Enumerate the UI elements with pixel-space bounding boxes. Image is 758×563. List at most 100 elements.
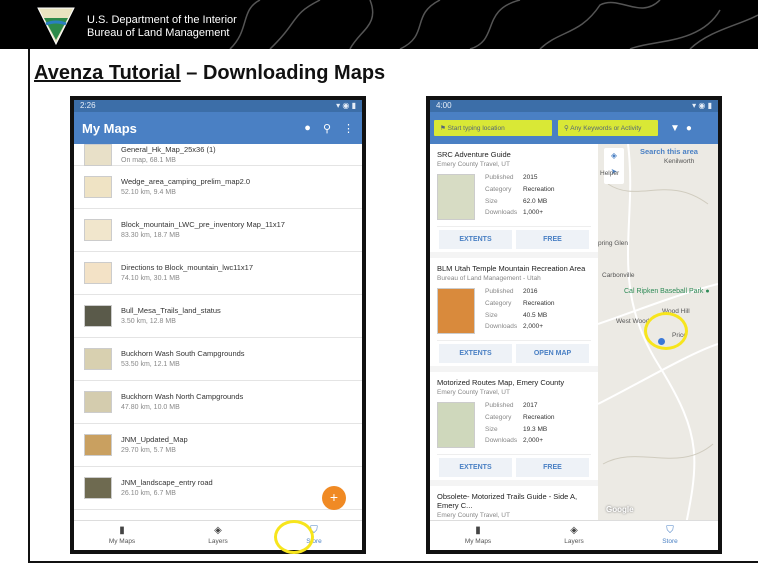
map-name: Block_mountain_LWC_pre_inventory Map_11x…	[121, 220, 285, 229]
attr-value: 2015	[523, 174, 538, 181]
account-icon[interactable]: ●	[304, 122, 311, 134]
nav-label: Layers	[208, 538, 228, 545]
map-thumbnail	[84, 348, 112, 370]
store-thumbnail	[437, 174, 475, 220]
attr-value: Recreation	[523, 185, 555, 193]
filter-icon[interactable]: ▼	[670, 123, 680, 134]
attr-value: 1,000+	[523, 209, 544, 217]
map-list-item[interactable]: Buckhorn Wash North Campgrounds 47.80 km,…	[74, 381, 362, 424]
nav-item-store[interactable]: ⛉ Store	[622, 521, 718, 550]
status-time: 4:00	[436, 101, 452, 110]
more-menu-icon[interactable]: ⋮	[343, 122, 354, 135]
status-icons: ▾ ◉ ▮	[692, 101, 712, 110]
store-actions: EXTENTS FREE	[437, 226, 591, 252]
status-bar: 4:00 ▾ ◉ ▮	[430, 100, 718, 112]
attr-value: Recreation	[523, 413, 555, 421]
store-title: Motorized Routes Map, Emery County	[437, 378, 565, 387]
store-card[interactable]: SRC Adventure Guide Emery County Travel, …	[430, 144, 598, 252]
account-icon[interactable]: ●	[686, 123, 692, 134]
attr-label: Category	[485, 413, 512, 421]
map-name: Buckhorn Wash North Campgrounds	[121, 392, 244, 401]
tutorial-link[interactable]: Avenza Tutorial	[34, 62, 181, 84]
store-highlight-circle	[274, 520, 314, 554]
store-card[interactable]: BLM Utah Temple Mountain Recreation Area…	[430, 258, 598, 366]
free-download-button[interactable]: FREE	[516, 458, 589, 477]
add-map-button[interactable]: +	[322, 486, 346, 510]
extents-button[interactable]: EXTENTS	[439, 230, 512, 249]
map-meta: 83.30 km, 18.7 MB	[121, 232, 180, 239]
attr-value: 2,000+	[523, 323, 544, 331]
open-map-button[interactable]: OPEN MAP	[516, 344, 589, 363]
store-publisher: Emery County Travel, UT	[437, 161, 510, 168]
map-list-item[interactable]: General_Hk_Map_25x36 (1) On map, 68.1 MB	[74, 144, 362, 166]
store-card[interactable]: Motorized Routes Map, Emery County Emery …	[430, 372, 598, 480]
price-highlight-circle	[644, 312, 688, 350]
store-search-bar: ⚑ Start typing location ⚲ Any Keywords o…	[430, 112, 718, 144]
map-name: Wedge_area_camping_prelim_map2.0	[121, 177, 251, 186]
phone-my-maps: 2:26 ▾ ◉ ▮ My Maps ● ⚲ ⋮ General_Hk_Map_…	[70, 96, 366, 554]
map-meta: 47.80 km, 10.0 MB	[121, 404, 180, 411]
layers-icon: ◈	[610, 151, 618, 160]
attr-label: Downloads	[485, 323, 518, 331]
nav-item-layers[interactable]: ◈ Layers	[170, 521, 266, 550]
store-attributes: Published 2016 Category Recreation Size 40.5 …	[485, 288, 573, 334]
phone-screen: 2:26 ▾ ◉ ▮ My Maps ● ⚲ ⋮ General_Hk_Map_…	[74, 100, 362, 550]
app-title: My Maps	[82, 120, 137, 136]
map-list-item[interactable]: Block_mountain_LWC_pre_inventory Map_11x…	[74, 209, 362, 252]
map-list-item[interactable]: Buckhorn Wash South Campgrounds 53.50 km,…	[74, 338, 362, 381]
attr-label: Size	[485, 197, 498, 205]
google-logo: Google	[606, 505, 634, 514]
status-icons: ▾ ◉ ▮	[336, 101, 356, 110]
nav-label: My Maps	[464, 538, 492, 545]
nav-item-my-maps[interactable]: ▮ My Maps	[430, 521, 526, 550]
map-name: Bull_Mesa_Trails_land_status	[121, 306, 221, 315]
header-banner: U.S. Department of the Interior Bureau o…	[0, 0, 758, 49]
store-publisher: Emery County Travel, UT	[437, 512, 510, 519]
map-list: General_Hk_Map_25x36 (1) On map, 68.1 MB W…	[74, 144, 362, 520]
map-label: Carbonville	[602, 272, 635, 279]
store-icon: ⛉	[666, 525, 674, 536]
keyword-search-input[interactable]: ⚲ Any Keywords or Activity	[558, 120, 658, 136]
map-list-item[interactable]: Directions to Block_mountain_lwc11x17 74.…	[74, 252, 362, 295]
poi-label[interactable]: Cal Ripken Baseball Park ●	[624, 288, 710, 295]
attr-label: Category	[485, 185, 512, 193]
map-item-text: JNM_landscape_entry road 26.10 km, 6.7 MB	[121, 477, 213, 499]
search-icon[interactable]: ⚲	[323, 122, 331, 135]
map-list-item[interactable]: JNM_Updated_Map 29.70 km, 5.7 MB	[74, 424, 362, 467]
map-item-text: Buckhorn Wash South Campgrounds 53.50 km,…	[121, 348, 245, 370]
location-search-input[interactable]: ⚑ Start typing location	[434, 120, 552, 136]
extents-button[interactable]: EXTENTS	[439, 344, 512, 363]
free-download-button[interactable]: FREE	[516, 230, 589, 249]
map-layers-button[interactable]: ◈ ➤	[604, 148, 624, 184]
keyword-placeholder: Any Keywords or Activity	[570, 125, 642, 132]
nav-item-layers[interactable]: ◈ Layers	[526, 521, 622, 550]
map-name: JNM_Updated_Map	[121, 435, 188, 444]
store-thumbnail	[437, 288, 475, 334]
map-name: JNM_landscape_entry road	[121, 478, 213, 487]
store-card[interactable]: Obsolete- Motorized Trails Guide - Side …	[430, 486, 598, 520]
map-item-text: Block_mountain_LWC_pre_inventory Map_11x…	[121, 219, 285, 241]
nav-label: Layers	[564, 538, 584, 545]
status-time: 2:26	[80, 101, 96, 110]
layers-icon: ◈	[214, 525, 222, 536]
app-bar: My Maps ● ⚲ ⋮	[74, 112, 362, 144]
store-details: Published 2017 Category Recreation Size 19.3 …	[437, 402, 591, 448]
status-bar: 2:26 ▾ ◉ ▮	[74, 100, 362, 112]
map-list-item[interactable]: Bull_Mesa_Trails_land_status 3.50 km, 12.…	[74, 295, 362, 338]
nav-item-my-maps[interactable]: ▮ My Maps	[74, 521, 170, 550]
map-list-item[interactable]: JNM_landscape_entry road 26.10 km, 6.7 MB	[74, 467, 362, 510]
attr-value: 62.0 MB	[523, 197, 548, 205]
search-this-area-button[interactable]: Search this area	[640, 147, 698, 156]
map-name: General_Hk_Map_25x36 (1)	[121, 145, 216, 154]
map-name: Buckhorn Wash South Campgrounds	[121, 349, 245, 358]
store-list: SRC Adventure Guide Emery County Travel, …	[430, 144, 598, 520]
map-list-item[interactable]: Wedge_area_camping_prelim_map2.0 52.10 km…	[74, 166, 362, 209]
location-placeholder: Start typing location	[447, 125, 505, 132]
map-pin-icon: ●	[705, 288, 710, 295]
map-thumbnail	[84, 176, 112, 198]
store-thumbnail	[437, 402, 475, 448]
map-thumbnail	[84, 144, 112, 166]
extents-button[interactable]: EXTENTS	[439, 458, 512, 477]
slide-title: Avenza Tutorial – Downloading Maps	[34, 62, 385, 85]
map-label: Kenilworth	[664, 158, 695, 165]
